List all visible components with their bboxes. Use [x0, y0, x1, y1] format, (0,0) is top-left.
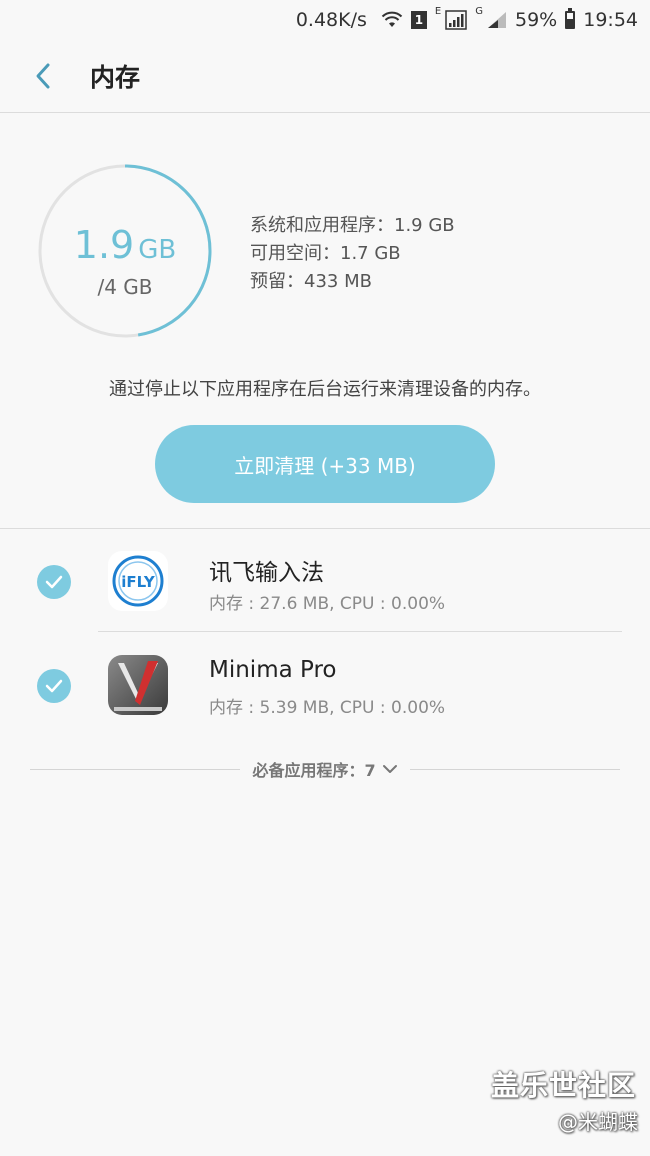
check-icon [45, 575, 63, 589]
essential-apps-toggle[interactable]: 必备应用程序：7 [30, 752, 621, 786]
app-checkbox[interactable] [37, 565, 71, 599]
app-name: Minima Pro [209, 657, 337, 683]
battery-icon [565, 8, 576, 29]
chevron-down-icon [382, 765, 397, 773]
signal-icon-2 [487, 11, 507, 29]
divider-left [30, 768, 241, 770]
memory-ring: 1.9 GB /4 GB [37, 163, 213, 339]
watermark-title: 盖乐世社区 [490, 1069, 636, 1102]
wifi-icon [381, 11, 403, 29]
page-title: 内存 [90, 63, 141, 92]
used-memory-value: 1.9 [73, 223, 135, 267]
network-speed: 0.48K/s [295, 9, 367, 31]
clean-hint: 通过停止以下应用程序在后台运行来清理设备的内存。 [109, 379, 541, 400]
chevron-left-icon [36, 63, 50, 89]
minima-pro-icon [108, 655, 168, 715]
divider-right [409, 768, 621, 770]
network-type-label-2: G [475, 6, 483, 17]
app-usage: 内存 : 27.6 MB, CPU : 0.00% [209, 594, 446, 614]
network-type-label: E [434, 6, 442, 17]
header-divider [0, 112, 650, 113]
battery-percent: 59% [515, 9, 558, 31]
list-item[interactable]: Minima Pro 内存 : 5.39 MB, CPU : 0.00% [0, 633, 650, 737]
total-memory: /4 GB [97, 275, 153, 299]
sim-badge: 1 [410, 11, 427, 29]
back-button[interactable] [0, 40, 86, 112]
check-icon [45, 679, 63, 693]
ifly-icon: iFLY [108, 551, 168, 611]
essential-apps-label-wrap: 必备应用程序：7 [240, 757, 409, 781]
memory-stats: 系统和应用程序：1.9 GB 可用空间：1.7 GB 预留：433 MB [250, 212, 455, 296]
signal-icon [445, 10, 467, 30]
row-divider [98, 631, 622, 632]
watermark-author: @米蝴蝶 [558, 1110, 638, 1134]
used-memory-unit: GB [138, 235, 177, 265]
used-memory: 1.9 GB [37, 223, 213, 267]
status-bar: 0.48K/s 1 E G 59% 19:54 [0, 0, 650, 40]
app-header: 内存 [0, 40, 650, 112]
app-checkbox[interactable] [37, 669, 71, 703]
svg-text:iFLY: iFLY [121, 573, 156, 591]
clock: 19:54 [583, 9, 638, 31]
stat-system-apps: 系统和应用程序：1.9 GB [250, 215, 455, 236]
app-name: 讯飞输入法 [209, 560, 324, 586]
clean-now-button[interactable]: 立即清理 (+33 MB) [155, 425, 495, 503]
stat-available: 可用空间：1.7 GB [250, 243, 401, 264]
stat-reserved: 预留：433 MB [250, 271, 372, 292]
essential-apps-label: 必备应用程序：7 [252, 761, 376, 780]
list-item[interactable]: iFLY 讯飞输入法 内存 : 27.6 MB, CPU : 0.00% [0, 529, 650, 633]
app-usage: 内存 : 5.39 MB, CPU : 0.00% [209, 698, 446, 718]
